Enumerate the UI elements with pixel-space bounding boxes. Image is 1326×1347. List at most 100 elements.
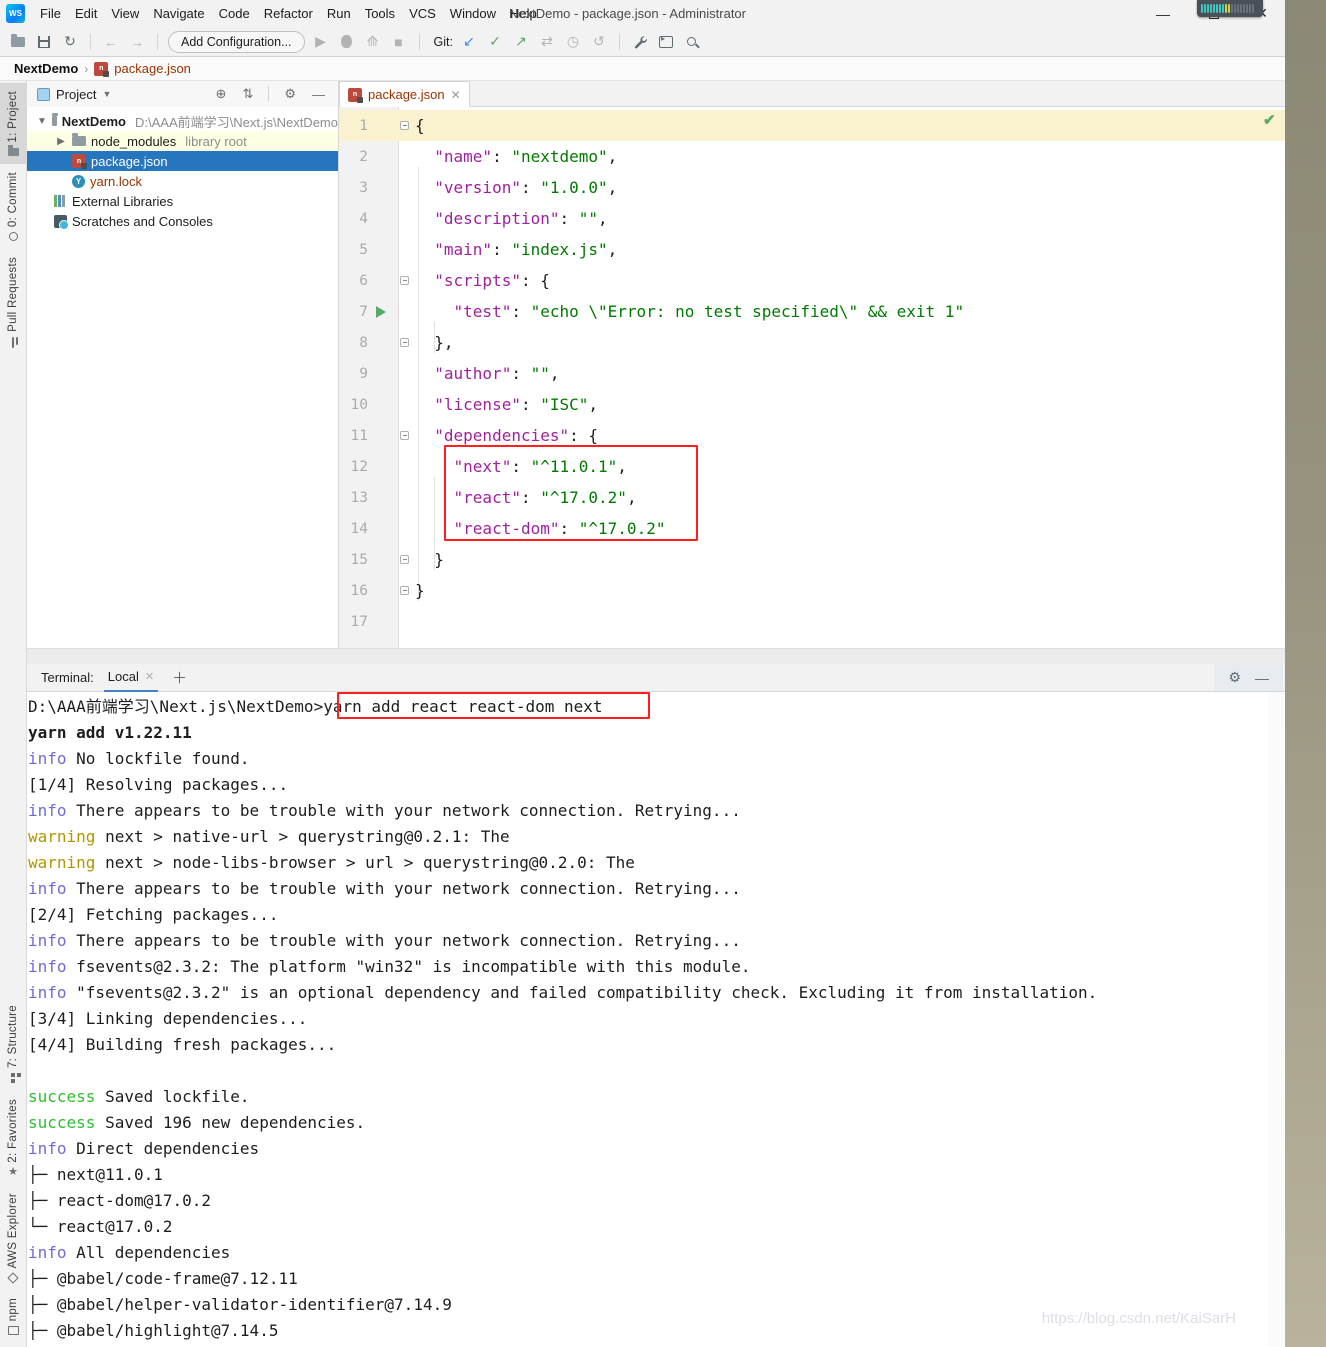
- stripe-item-7-structure[interactable]: 7: Structure: [0, 997, 26, 1091]
- fold-marker-icon[interactable]: [400, 430, 409, 440]
- code-line-17[interactable]: 17: [339, 606, 1285, 637]
- save-all-icon[interactable]: [34, 32, 54, 52]
- rollback-icon[interactable]: ↺: [589, 32, 609, 52]
- terminal-line: info There appears to be trouble with yo…: [28, 931, 741, 950]
- run-script-icon[interactable]: [376, 305, 386, 318]
- terminal-output[interactable]: D:\AAA前端学习\Next.js\NextDemo>yarn add rea…: [27, 692, 1285, 1347]
- inspection-ok-icon[interactable]: ✔: [1263, 111, 1276, 129]
- code-line-9[interactable]: 9 "author": "",: [339, 358, 1285, 389]
- code-editor[interactable]: 1{2 "name": "nextdemo", 3 "version": "1.0…: [339, 107, 1285, 648]
- collapse-all-icon[interactable]: ⇅: [237, 86, 258, 102]
- stripe-item-1-project[interactable]: 1: Project: [0, 83, 26, 164]
- menu-file[interactable]: File: [33, 2, 68, 25]
- history-icon[interactable]: ◷: [563, 32, 583, 52]
- stripe-item-2-favorites[interactable]: 2: Favorites ★: [0, 1091, 26, 1186]
- fold-marker-icon[interactable]: [400, 585, 409, 595]
- breadcrumb-file[interactable]: package.json: [114, 61, 191, 76]
- run-icon[interactable]: ▶: [311, 32, 331, 52]
- terminal-icon[interactable]: [656, 32, 676, 52]
- fold-marker-icon[interactable]: [400, 275, 409, 285]
- tree-item-external-libraries[interactable]: External Libraries: [27, 191, 338, 211]
- json-punct: [415, 364, 434, 383]
- fold-marker-icon[interactable]: [400, 554, 409, 564]
- git-compare-icon[interactable]: ⇄: [537, 32, 557, 52]
- debug-icon[interactable]: [337, 32, 357, 52]
- git-update-icon[interactable]: ↙: [459, 32, 479, 52]
- stripe-item-pull-requests[interactable]: Pull Requests: [0, 249, 26, 356]
- back-icon[interactable]: ←: [101, 32, 121, 52]
- code-line-2[interactable]: 2 "name": "nextdemo",: [339, 141, 1285, 172]
- new-terminal-icon[interactable]: ＋: [172, 667, 187, 688]
- menu-navigate[interactable]: Navigate: [146, 2, 211, 25]
- code-line-13[interactable]: 13 "react": "^17.0.2",: [339, 482, 1285, 513]
- gutter-markers: [368, 544, 413, 575]
- tree-item-package-json[interactable]: n package.json: [27, 151, 338, 171]
- wrench-icon[interactable]: [630, 32, 650, 52]
- code-line-15[interactable]: 15 }: [339, 544, 1285, 575]
- tab-package-json[interactable]: n package.json ✕: [339, 81, 470, 107]
- menu-vcs[interactable]: VCS: [402, 2, 443, 25]
- code-line-14[interactable]: 14 "react-dom": "^17.0.2": [339, 513, 1285, 544]
- menu-run[interactable]: Run: [320, 2, 358, 25]
- fold-marker-icon[interactable]: [400, 337, 409, 347]
- project-view-title[interactable]: Project: [56, 87, 96, 102]
- watermark: https://blog.csdn.net/KaiSarH: [1041, 1310, 1236, 1327]
- locate-file-icon[interactable]: ⊕: [211, 86, 232, 102]
- code-line-4[interactable]: 4 "description": "",: [339, 203, 1285, 234]
- sync-icon[interactable]: ↻: [60, 32, 80, 52]
- chevron-right-icon[interactable]: ▶: [55, 136, 67, 147]
- terminal-tab-local[interactable]: Local ✕: [103, 664, 159, 692]
- menu-code[interactable]: Code: [212, 2, 257, 25]
- gear-icon[interactable]: ⚙: [279, 86, 301, 102]
- code-line-7[interactable]: 7 "test": "echo \"Error: no test specifi…: [339, 296, 1285, 327]
- chevron-down-icon[interactable]: ▼: [37, 116, 47, 127]
- add-configuration-button[interactable]: Add Configuration...: [168, 30, 305, 53]
- code-line-12[interactable]: 12 "next": "^11.0.1",: [339, 451, 1285, 482]
- tree-item-node-modules[interactable]: ▶ node_modules library root: [27, 131, 338, 151]
- breadcrumb-project[interactable]: NextDemo: [14, 61, 78, 76]
- stripe-item-aws-explorer[interactable]: AWS Explorer: [0, 1185, 26, 1289]
- code-line-1[interactable]: 1{: [339, 110, 1285, 141]
- tree-item-yarn-lock[interactable]: Yyarn.lock: [27, 171, 338, 191]
- stripe-item-npm[interactable]: npm: [0, 1290, 26, 1343]
- code-line-6[interactable]: 6 "scripts": {: [339, 265, 1285, 296]
- line-number: 8: [359, 334, 368, 351]
- fold-marker-icon[interactable]: [400, 120, 409, 130]
- hide-terminal-icon[interactable]: —: [1255, 670, 1269, 686]
- gear-icon[interactable]: ⚙: [1228, 669, 1241, 686]
- hide-panel-icon[interactable]: —: [307, 87, 330, 102]
- forward-icon[interactable]: →: [127, 32, 147, 52]
- menu-refactor[interactable]: Refactor: [257, 2, 320, 25]
- project-tree: ▼ NextDemo D:\AAA前端学习\Next.js\NextDemo ▶ nod…: [27, 107, 338, 231]
- tree-item-scratches-and-consoles[interactable]: Scratches and Consoles: [27, 211, 338, 231]
- code-line-5[interactable]: 5 "main": "index.js",: [339, 234, 1285, 265]
- open-folder-icon[interactable]: [8, 32, 28, 52]
- search-everywhere-icon[interactable]: [682, 32, 702, 52]
- code-line-10[interactable]: 10 "license": "ISC",: [339, 389, 1285, 420]
- json-punct: :: [511, 364, 531, 383]
- panel-splitter[interactable]: [27, 648, 1285, 664]
- close-tab-icon[interactable]: ✕: [451, 88, 461, 102]
- menu-window[interactable]: Window: [443, 2, 503, 25]
- git-push-icon[interactable]: ↗: [511, 32, 531, 52]
- code-line-11[interactable]: 11 "dependencies": {: [339, 420, 1285, 451]
- menu-tools[interactable]: Tools: [358, 2, 402, 25]
- line-number: 2: [359, 148, 368, 165]
- tree-item-nextdemo[interactable]: ▼ NextDemo D:\AAA前端学习\Next.js\NextDemo: [27, 111, 338, 131]
- code-text: {: [413, 116, 425, 135]
- terminal-scrollbar[interactable]: [1268, 692, 1284, 1347]
- menu-edit[interactable]: Edit: [68, 2, 104, 25]
- git-commit-icon[interactable]: ✓: [485, 32, 505, 52]
- chevron-down-icon[interactable]: ▼: [102, 89, 111, 99]
- coverage-icon[interactable]: ⟰: [363, 32, 383, 52]
- code-line-3[interactable]: 3 "version": "1.0.0",: [339, 172, 1285, 203]
- code-line-16[interactable]: 16}: [339, 575, 1285, 606]
- code-line-8[interactable]: 8 },: [339, 327, 1285, 358]
- menu-view[interactable]: View: [104, 2, 146, 25]
- close-terminal-tab-icon[interactable]: ✕: [145, 670, 154, 683]
- stop-icon[interactable]: ■: [389, 32, 409, 52]
- aws-cube-icon: [7, 1272, 19, 1284]
- stripe-item-0-commit[interactable]: 0: Commit: [0, 164, 26, 249]
- minimize-button[interactable]: —: [1146, 0, 1180, 27]
- code-lines: 1{2 "name": "nextdemo", 3 "version": "1.0…: [339, 107, 1285, 637]
